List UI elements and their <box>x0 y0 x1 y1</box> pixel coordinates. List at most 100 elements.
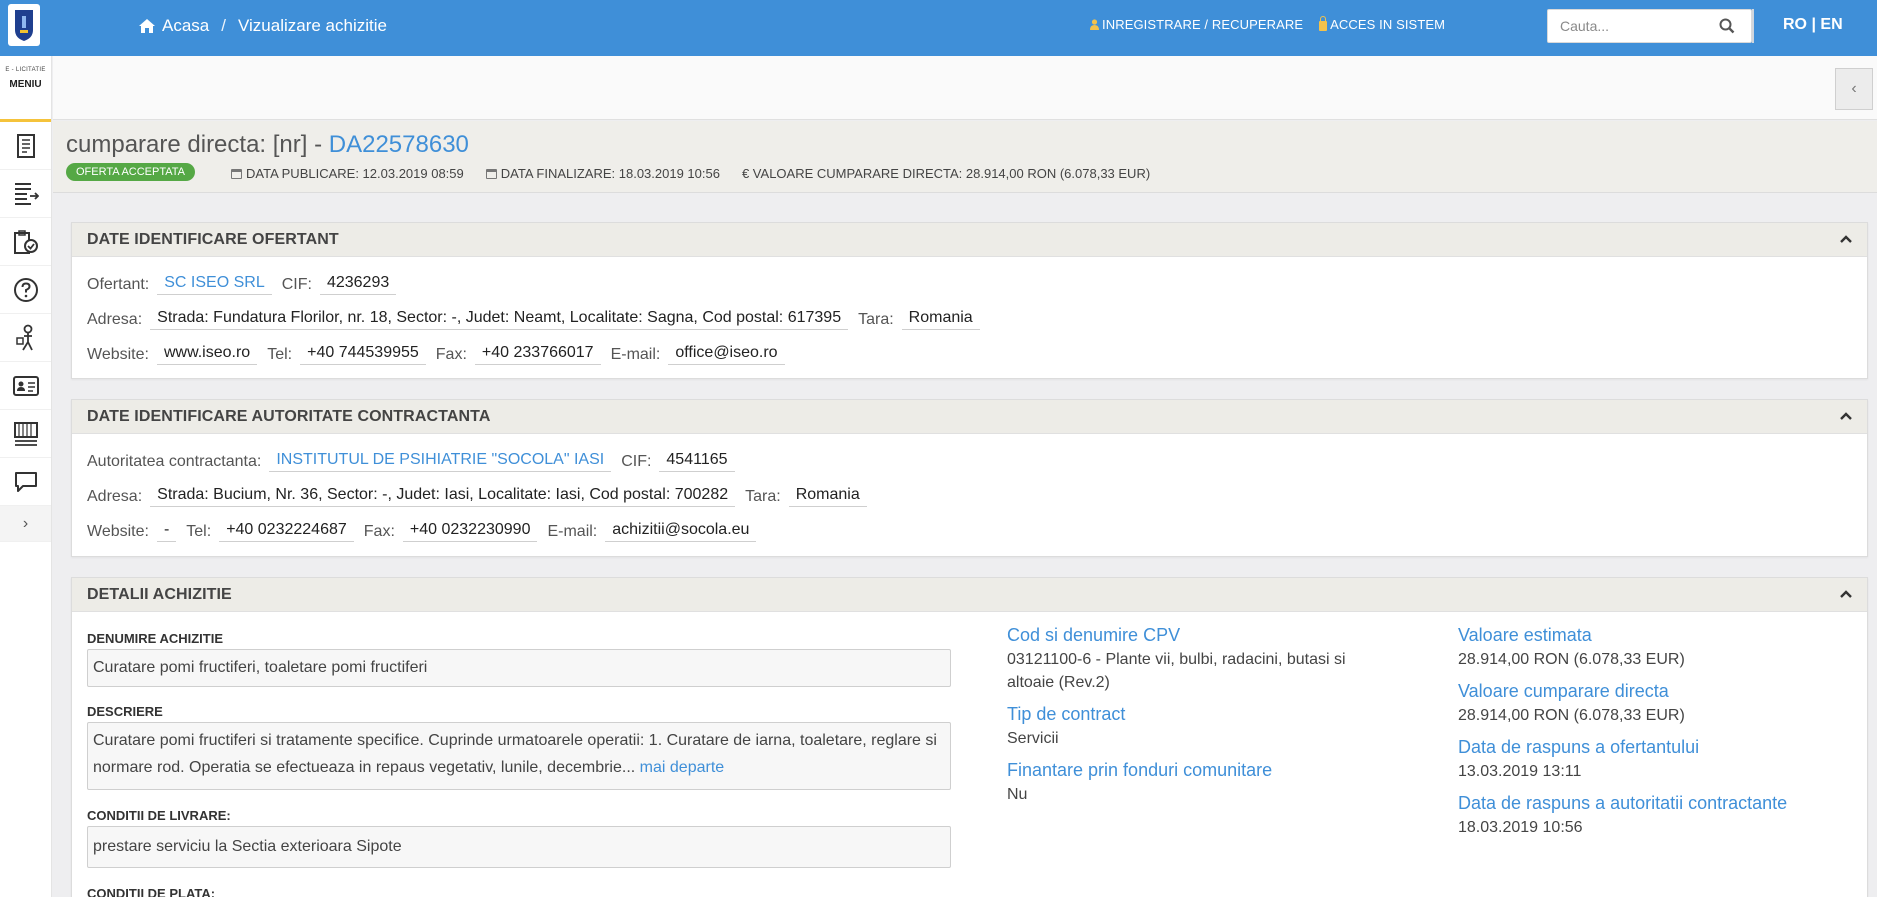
contract-type-value: Servicii <box>1007 730 1059 747</box>
bidder-row-1: Ofertant: SC ISEO SRL CIF: 4236293 <box>87 274 406 295</box>
bidder-reply-block: Data de raspuns a ofertantului 13.03.201… <box>1458 737 1858 783</box>
chevron-up-icon[interactable] <box>1839 232 1853 246</box>
authority-panel: DATE IDENTIFICARE AUTORITATE CONTRACTANT… <box>71 399 1868 557</box>
eu-funds-block: Finantare prin fonduri comunitare Nu <box>1007 760 1407 806</box>
bidder-reply-title: Data de raspuns a ofertantului <box>1458 737 1700 757</box>
email-value: achizitii@socola.eu <box>605 521 757 542</box>
email-label: E-mail: <box>547 522 598 540</box>
shield-logo-icon <box>15 10 33 41</box>
fax-label: Fax: <box>435 345 467 363</box>
contract-type-block: Tip de contract Servicii <box>1007 704 1407 750</box>
lang-en[interactable]: EN <box>1820 16 1842 33</box>
estimated-title: Valoare estimata <box>1458 625 1592 645</box>
help-icon <box>13 277 38 302</box>
address-value: Strada: Fundatura Florilor, nr. 18, Sect… <box>150 309 849 330</box>
address-value: Strada: Bucium, Nr. 36, Sector: -, Judet… <box>150 486 736 507</box>
sidebar-item-profile[interactable] <box>0 362 51 410</box>
clipboard-check-icon <box>13 229 38 254</box>
cif-label: CIF: <box>621 452 652 470</box>
country-label: Tara: <box>745 487 781 505</box>
tel-label: Tel: <box>267 345 293 363</box>
publish-date: DATA PUBLICARE: 12.03.2019 08:59 <box>231 166 464 181</box>
email-label: E-mail: <box>610 345 661 363</box>
read-more-link[interactable]: mai departe <box>640 759 725 776</box>
sidebar-expand-button[interactable]: › <box>0 506 51 542</box>
fax-value: +40 233766017 <box>474 344 601 365</box>
sidebar-item-help[interactable] <box>0 266 51 314</box>
top-links: INREGISTRARE / RECUPERARE ACCES IN SISTE… <box>1090 16 1445 32</box>
cpv-title: Cod si denumire CPV <box>1007 625 1181 645</box>
authority-name-link[interactable]: INSTITUTUL DE PSIHIATRIE "SOCOLA" IASI <box>269 451 612 472</box>
direct-value-block: Valoare cumparare directa 28.914,00 RON … <box>1458 681 1858 727</box>
login-link[interactable]: ACCES IN SISTEM <box>1319 16 1445 32</box>
breadcrumb-home[interactable]: Acasa <box>138 16 209 36</box>
chevron-up-icon[interactable] <box>1839 409 1853 423</box>
sidebar-item-lists[interactable] <box>0 170 51 218</box>
website-label: Website: <box>87 345 149 363</box>
delivery-label: CONDITII DE LIVRARE: <box>87 808 231 823</box>
eu-funds-value: Nu <box>1007 786 1028 803</box>
cif-value: 4236293 <box>319 274 397 295</box>
bidder-row-2: Adresa: Strada: Fundatura Florilor, nr. … <box>87 309 990 330</box>
page-title: cumparare directa: [nr] - DA22578630 <box>66 131 469 159</box>
authority-panel-title: DATE IDENTIFICARE AUTORITATE CONTRACTANT… <box>87 407 491 425</box>
eu-funds-title: Finantare prin fonduri comunitare <box>1007 760 1273 780</box>
website-label: Website: <box>87 522 149 540</box>
ofertant-link[interactable]: SC ISEO SRL <box>157 274 272 295</box>
authority-panel-header[interactable]: DATE IDENTIFICARE AUTORITATE CONTRACTANT… <box>72 400 1867 434</box>
tel-value: +40 0232224687 <box>219 521 354 542</box>
search-divider <box>1752 9 1754 43</box>
address-label: Adresa: <box>87 487 143 505</box>
cif-value: 4541165 <box>659 451 735 472</box>
search-icon[interactable] <box>1719 18 1735 34</box>
procurement-code[interactable]: DA22578630 <box>329 131 469 158</box>
tel-label: Tel: <box>186 522 212 540</box>
payment-label: CONDITII DE PLATA: <box>87 886 216 897</box>
search-box <box>1547 9 1752 43</box>
sidebar-item-approvals[interactable] <box>0 218 51 266</box>
register-link[interactable]: INREGISTRARE / RECUPERARE <box>1090 17 1303 32</box>
home-icon <box>139 19 155 33</box>
authority-row-2: Adresa: Strada: Bucium, Nr. 36, Sector: … <box>87 486 877 507</box>
title-prefix: cumparare directa: [nr] - <box>66 131 323 158</box>
sidebar-item-support[interactable] <box>0 314 51 362</box>
sidebar-item-messages[interactable] <box>0 458 51 506</box>
address-label: Adresa: <box>87 310 143 328</box>
bidder-row-3: Website: www.iseo.ro Tel: +40 744539955 … <box>87 344 795 365</box>
details-panel-header[interactable]: DETALII ACHIZITIE <box>72 578 1867 612</box>
estimated-block: Valoare estimata 28.914,00 RON (6.078,33… <box>1458 625 1858 671</box>
sidebar-menu-label: MENIU <box>9 79 42 90</box>
authority-reply-value: 18.03.2019 10:56 <box>1458 819 1583 836</box>
bidder-panel-header[interactable]: DATE IDENTIFICARE OFERTANT <box>72 223 1867 257</box>
breadcrumb-separator: / <box>221 16 226 35</box>
lang-ro[interactable]: RO <box>1783 16 1807 33</box>
fax-label: Fax: <box>363 522 395 540</box>
search-input[interactable] <box>1560 18 1710 34</box>
breadcrumb-current: Vizualizare achizitie <box>237 16 387 35</box>
country-label: Tara: <box>858 310 894 328</box>
collapse-button[interactable]: ‹ <box>1835 68 1873 110</box>
cif-label: CIF: <box>281 275 312 293</box>
chevron-up-icon[interactable] <box>1839 587 1853 601</box>
details-right-column: Valoare estimata 28.914,00 RON (6.078,33… <box>1458 625 1858 849</box>
sidebar-menu-toggle[interactable]: E - LICITATIE MENIU <box>0 56 51 122</box>
sidebar-item-documents[interactable] <box>0 122 51 170</box>
top-navbar: Acasa / Vizualizare achizitie INREGISTRA… <box>0 0 1877 56</box>
status-badge: OFERTA ACCEPTATA <box>66 163 196 181</box>
cpv-value: 03121100-6 - Plante vii, bulbi, radacini… <box>1007 651 1346 691</box>
sidebar-item-catalog[interactable] <box>0 410 51 458</box>
website-value: - <box>156 521 177 542</box>
sidebar: E - LICITATIE MENIU › <box>0 56 52 897</box>
catalog-icon <box>13 421 38 446</box>
lang-separator: | <box>1811 16 1816 33</box>
direct-value-value: 28.914,00 RON (6.078,33 EUR) <box>1458 707 1685 724</box>
calendar-icon <box>485 168 497 179</box>
details-panel: DETALII ACHIZITIE DENUMIRE ACHIZITIE Cur… <box>71 577 1868 897</box>
ofertant-label: Ofertant: <box>87 275 150 293</box>
details-panel-title: DETALII ACHIZITIE <box>87 585 232 603</box>
description-text: Curatare pomi fructiferi si tratamente s… <box>93 732 937 776</box>
direct-purchase-value: € VALOARE CUMPARARE DIRECTA: 28.914,00 R… <box>741 166 1151 181</box>
list-export-icon <box>14 182 39 205</box>
tel-value: +40 744539955 <box>300 344 426 365</box>
site-logo[interactable] <box>8 4 40 46</box>
